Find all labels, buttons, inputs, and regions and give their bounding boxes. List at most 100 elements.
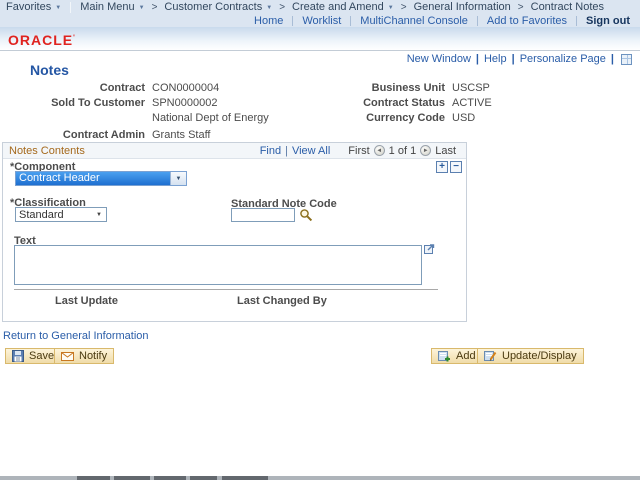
link-separator: [576, 15, 577, 26]
view-all-link[interactable]: View All: [292, 145, 330, 157]
notify-button[interactable]: Notify: [54, 348, 115, 364]
find-link[interactable]: Find: [260, 145, 281, 157]
blank-label: [0, 111, 145, 126]
add-row-button[interactable]: +: [436, 161, 448, 173]
classification-selected-value: Standard: [19, 208, 64, 221]
component-selected-value: Contract Header: [16, 172, 170, 185]
business-unit-label: Business Unit: [371, 82, 445, 94]
taskbar-strip: [0, 476, 640, 480]
notes-contents-groupbox: Notes Contents Find | View All First ◄ 1…: [2, 142, 467, 322]
breadcrumb-item-label: Customer Contracts: [164, 1, 263, 13]
breadcrumb-item-general-information[interactable]: General Information: [414, 1, 511, 13]
blank-value: [452, 128, 585, 143]
add-to-favorites-link[interactable]: Add to Favorites: [487, 15, 567, 27]
multichannel-console-link[interactable]: MultiChannel Console: [360, 15, 468, 27]
delete-row-button[interactable]: −: [450, 161, 462, 173]
worklist-link[interactable]: Worklist: [302, 15, 341, 27]
contract-value: CON0000004: [152, 82, 220, 94]
oracle-logo: ORACLE': [8, 32, 76, 48]
classification-select[interactable]: Standard ▼: [15, 207, 107, 222]
note-text-area[interactable]: [14, 245, 422, 285]
add-button[interactable]: Add: [431, 348, 483, 364]
link-pipe: |: [511, 53, 515, 65]
blank-label: [299, 128, 445, 143]
last-changed-by-label: Last Changed By: [237, 295, 327, 307]
link-separator: [350, 15, 352, 26]
business-unit-value: USCSP: [452, 82, 490, 94]
page-utility-links: New Window | Help | Personalize Page |: [407, 53, 632, 65]
portal-header: Favorites ▼ Main Menu ▼ > Customer Contr…: [0, 0, 640, 27]
previous-row-icon[interactable]: ◄: [373, 145, 385, 156]
component-select[interactable]: Contract Header ▼: [15, 171, 187, 186]
taskbar-segment: [77, 476, 110, 480]
link-separator: [476, 15, 478, 26]
help-link[interactable]: Help: [484, 53, 507, 65]
breadcrumb-item-label: Contract Notes: [530, 1, 604, 13]
sold-to-customer-label: Sold To Customer: [51, 97, 145, 109]
chevron-down-icon: ▼: [387, 5, 394, 11]
contract-info-row: National Dept of Energy Currency Code US…: [0, 111, 585, 126]
pager-count: 1 of 1: [388, 144, 417, 157]
breadcrumb-item-create-and-amend[interactable]: Create and Amend ▼: [292, 1, 394, 13]
chevron-down-icon: ▼: [96, 211, 102, 218]
contract-admin-label: Contract Admin: [62, 129, 145, 141]
breadcrumb-favorites[interactable]: Favorites ▼: [6, 1, 61, 13]
lookup-search-icon[interactable]: [299, 208, 313, 225]
next-row-icon[interactable]: ►: [420, 145, 432, 156]
expand-text-icon[interactable]: [424, 243, 435, 257]
breadcrumb-item-customer-contracts[interactable]: Customer Contracts ▼: [164, 1, 272, 13]
breadcrumb-separator: >: [279, 1, 286, 13]
update-display-button-label: Update/Display: [502, 350, 577, 362]
update-display-button[interactable]: Update/Display: [477, 348, 584, 364]
taskbar-segment: [154, 476, 186, 480]
breadcrumb-main-menu[interactable]: Main Menu ▼: [80, 1, 144, 13]
notes-contents-header: Notes Contents Find | View All First ◄ 1…: [3, 143, 466, 159]
contract-status-label: Contract Status: [363, 97, 445, 109]
chevron-down-icon: ▼: [138, 5, 145, 11]
link-pipe: |: [610, 53, 614, 65]
link-pipe: |: [285, 144, 288, 157]
breadcrumb: Favorites ▼ Main Menu ▼ > Customer Contr…: [0, 0, 640, 14]
contract-admin-value: Grants Staff: [152, 129, 211, 141]
breadcrumb-item-contract-notes[interactable]: Contract Notes: [531, 1, 604, 13]
currency-code-label: Currency Code: [366, 112, 445, 124]
contract-info-row: Contract Admin Grants Staff: [0, 128, 585, 143]
chevron-down-icon: ▼: [175, 175, 182, 182]
row-action-buttons: + −: [434, 161, 462, 173]
new-window-link[interactable]: New Window: [407, 53, 471, 65]
notify-button-label: Notify: [79, 350, 108, 362]
return-to-general-information-link[interactable]: Return to General Information: [3, 330, 149, 342]
save-button-label: Save: [29, 350, 55, 362]
contract-info: Contract CON0000004 Business Unit USCSP …: [0, 81, 585, 143]
prev-arrow-glyph: ◄: [376, 147, 383, 154]
next-arrow-glyph: ►: [422, 147, 429, 154]
breadcrumb-separator: >: [400, 1, 407, 13]
customer-name-value: National Dept of Energy: [152, 112, 269, 124]
save-button[interactable]: Save: [5, 348, 62, 364]
add-button-label: Add: [456, 350, 476, 362]
breadcrumb-separator: >: [151, 1, 158, 13]
last-update-label: Last Update: [55, 295, 118, 307]
sold-to-customer-value: SPN0000002: [152, 97, 218, 109]
chevron-down-icon: ▼: [266, 5, 273, 11]
home-link[interactable]: Home: [254, 15, 283, 27]
envelope-icon: [61, 351, 74, 362]
dropdown-button[interactable]: ▼: [170, 172, 186, 185]
contract-status-value: ACTIVE: [452, 97, 492, 109]
taskbar-segment: [190, 476, 217, 480]
copy-url-icon[interactable]: [621, 53, 632, 65]
oracle-logo-text: ORACLE: [8, 32, 74, 48]
breadcrumb-favorites-label: Favorites: [6, 1, 52, 13]
page-title: Notes: [30, 62, 69, 78]
add-page-icon: [438, 350, 451, 362]
sign-out-link[interactable]: Sign out: [586, 15, 630, 27]
pager-first-label[interactable]: First: [348, 145, 369, 157]
breadcrumb-item-label: Create and Amend: [292, 1, 384, 13]
pager-last-label[interactable]: Last: [435, 145, 456, 157]
standard-note-code-input[interactable]: [231, 208, 295, 222]
personalize-page-link[interactable]: Personalize Page: [520, 53, 606, 65]
update-pencil-icon: [484, 350, 497, 362]
brand-band: ORACLE': [0, 27, 640, 51]
currency-code-value: USD: [452, 112, 476, 124]
notes-contents-title: Notes Contents: [9, 144, 85, 157]
